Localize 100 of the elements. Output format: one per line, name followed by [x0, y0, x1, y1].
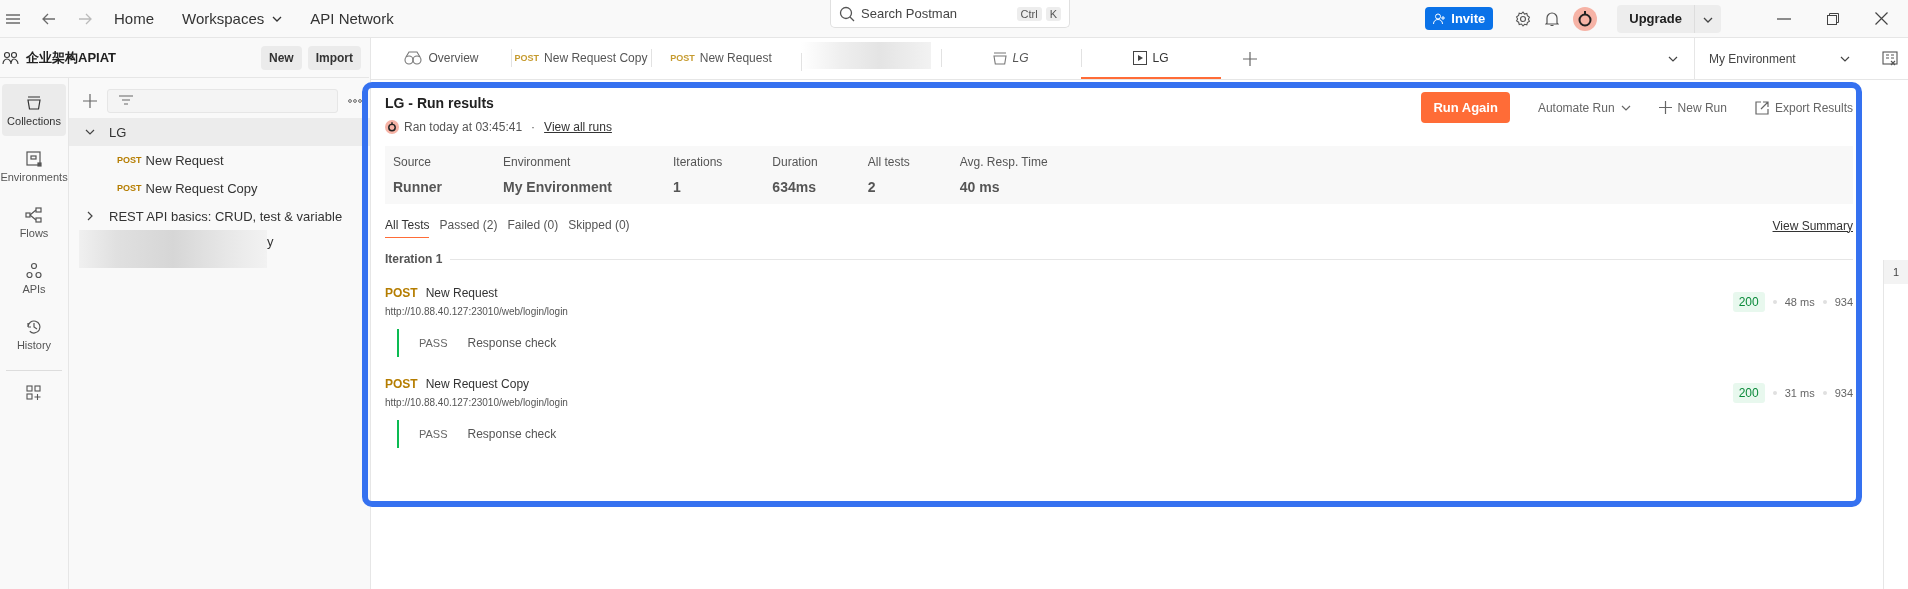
collections-icon [25, 93, 43, 112]
history-icon [25, 317, 43, 336]
response-time: 31 ms [1784, 386, 1815, 399]
stat-label: Source [393, 155, 433, 169]
add-person-icon [1433, 12, 1447, 25]
tab[interactable]: POST New Request [651, 38, 791, 79]
filter-icon [118, 95, 134, 107]
nav-link[interactable]: Workspaces [182, 10, 283, 27]
tree-item[interactable]: LG [69, 118, 370, 146]
collection-icon [993, 50, 1008, 65]
stat-value: 2 [867, 179, 877, 195]
iteration-heading: Iteration 1 [385, 252, 443, 266]
more-icon[interactable] [348, 99, 362, 103]
method-label: POST [385, 377, 418, 391]
run-title: LG - Run results [385, 95, 495, 111]
shortcut-key: Ctrl [1016, 6, 1042, 21]
workspace-name: 企业架构APIAT [26, 48, 117, 67]
test-result: PASS [419, 337, 448, 349]
view-summary-link[interactable]: View Summary [1772, 218, 1853, 233]
response-time: 48 ms [1784, 295, 1815, 308]
binoculars-icon [403, 50, 424, 65]
stat-value: 40 ms [959, 179, 1001, 195]
plus-icon[interactable] [1243, 51, 1257, 66]
new-run-button[interactable]: New Run [1658, 100, 1727, 115]
method-label: POST [385, 286, 418, 300]
avatar-icon[interactable] [1573, 6, 1598, 31]
filter-tab[interactable]: Passed (2) [439, 218, 498, 238]
stat-label: Environment [503, 155, 572, 169]
sidebar-tab[interactable]: Flows [2, 196, 66, 248]
tab[interactable]: POST New Request Copy [511, 38, 651, 79]
add-widget-icon[interactable] [26, 385, 42, 401]
test-name: Response check [467, 427, 557, 441]
plus-icon[interactable] [83, 94, 97, 108]
environment-dropdown[interactable]: My Environment [1694, 38, 1864, 79]
search-field[interactable]: Search Postman [859, 5, 1013, 22]
filter-tab[interactable]: Skipped (0) [568, 218, 630, 238]
test-result: PASS [419, 428, 448, 440]
filter-field[interactable] [107, 89, 338, 113]
nav-link[interactable]: Home [114, 10, 154, 27]
back-arrow-icon[interactable] [42, 12, 56, 25]
nav-link[interactable]: API Network [310, 10, 394, 27]
tree-item[interactable]: POST New Request Copy [69, 174, 370, 202]
response-size: 934 [1834, 295, 1853, 308]
stat-label: All tests [867, 155, 910, 169]
sidebar-tab[interactable]: Collections [2, 84, 66, 136]
sidebar-tab[interactable]: Environments [2, 140, 66, 192]
automate-run-button[interactable]: Automate Run [1537, 100, 1631, 115]
stat-label: Iterations [673, 155, 723, 169]
caret-icon [1620, 104, 1631, 111]
restore-icon[interactable] [1827, 12, 1839, 25]
status-badge: 200 [1732, 382, 1765, 403]
workspace-button[interactable]: Import [307, 45, 361, 70]
line-number: 1 [1884, 260, 1908, 284]
export-results-button[interactable]: Export Results [1754, 100, 1853, 115]
tab[interactable]: LG [941, 38, 1081, 79]
plus-icon [1658, 101, 1672, 114]
status-badge: 200 [1732, 291, 1765, 312]
tree-item[interactable]: POST New Request [69, 146, 370, 174]
tree-item[interactable]: REST API basics: CRUD, test & variable [69, 202, 370, 230]
sidebar-tab[interactable]: History [2, 308, 66, 360]
environment-quick-look-icon[interactable] [1882, 50, 1898, 67]
settings-icon[interactable] [1515, 10, 1532, 27]
stat-value: 1 [673, 179, 682, 195]
minimize-icon[interactable] [1777, 17, 1791, 20]
response-size: 934 [1834, 386, 1853, 399]
stat-value: Runner [393, 179, 443, 195]
apis-icon [25, 261, 43, 280]
tab[interactable]: LG [1081, 38, 1221, 79]
request-url: http://10.88.40.127:23010/web/login/login [385, 306, 568, 317]
shortcut-key: K [1045, 6, 1061, 21]
menu-icon[interactable] [6, 13, 20, 24]
stat-value: 634ms [772, 179, 817, 195]
environments-icon [25, 149, 43, 168]
caret-icon[interactable] [1668, 55, 1678, 62]
bell-icon[interactable] [1545, 10, 1560, 27]
request-name: New Request Copy [425, 377, 530, 391]
stat-label: Avg. Resp. Time [959, 155, 1048, 169]
sidebar-tab[interactable]: APIs [2, 252, 66, 304]
search-bar[interactable]: Search Postman Ctrl K [830, 0, 1070, 28]
flows-icon [25, 205, 43, 224]
view-all-runs-link[interactable]: View all runs [544, 120, 612, 134]
people-icon [2, 50, 20, 65]
run-time: Ran today at 03:45:41 [404, 120, 523, 134]
search-icon [839, 5, 855, 22]
close-icon[interactable] [1875, 12, 1888, 25]
request-url: http://10.88.40.127:23010/web/login/login [385, 397, 568, 408]
caret-icon [1840, 55, 1850, 62]
workspace-button[interactable]: New [260, 45, 302, 70]
tab[interactable]: Overview [371, 38, 511, 79]
separator: · [531, 120, 536, 134]
filter-tab[interactable]: Failed (0) [507, 218, 559, 238]
stat-label: Duration [772, 155, 818, 169]
invite-button[interactable]: Invite [1425, 7, 1494, 30]
avatar-icon [385, 120, 399, 134]
tree-item[interactable]: y [267, 230, 274, 249]
test-name: Response check [467, 336, 557, 350]
environment-name: My Environment [1709, 51, 1796, 66]
play-icon [1133, 50, 1148, 65]
caret-icon [1703, 17, 1713, 23]
filter-tab[interactable]: All Tests [385, 218, 430, 238]
